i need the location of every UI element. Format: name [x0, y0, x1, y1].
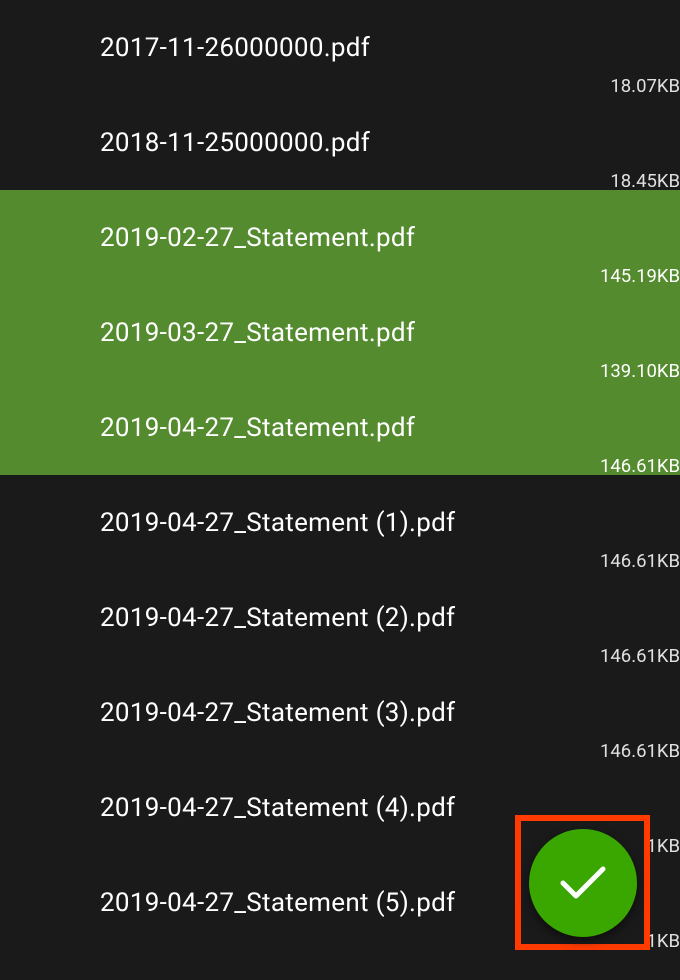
- file-item[interactable]: 2019-03-27_Statement.pdf 139.10KB: [0, 285, 680, 380]
- file-name: 2019-04-27_Statement.pdf: [0, 413, 415, 443]
- file-list: 2017-11-26000000.pdf18.07KB2018-11-25000…: [0, 0, 680, 950]
- fab-highlight-box: [515, 815, 650, 950]
- file-item[interactable]: 2019-02-27_Statement.pdf 145.19KB: [0, 190, 680, 285]
- file-name: 2019-04-27_Statement (4).pdf: [0, 793, 455, 823]
- file-name: 2019-04-27_Statement (2).pdf: [0, 603, 455, 633]
- file-item[interactable]: 2019-04-27_Statement (2).pdf 146.61KB: [0, 570, 680, 665]
- file-size: 146.61KB: [600, 550, 680, 572]
- file-size: 145.19KB: [600, 265, 680, 287]
- file-size: 146.61KB: [600, 740, 680, 762]
- file-size: 146.61KB: [600, 455, 680, 477]
- file-item[interactable]: 2018-11-25000000.pdf 18.45KB: [0, 95, 680, 190]
- file-item[interactable]: 2019-04-27_Statement (1).pdf 146.61KB: [0, 475, 680, 570]
- file-item[interactable]: 2019-04-27_Statement.pdf 146.61KB: [0, 380, 680, 475]
- file-name: 2019-04-27_Statement (3).pdf: [0, 698, 455, 728]
- checkmark-icon: [558, 863, 608, 903]
- file-size: 18.45KB: [610, 170, 680, 192]
- file-size: 139.10KB: [600, 360, 680, 382]
- file-name: 2017-11-26000000.pdf: [0, 33, 370, 63]
- file-name: 2019-03-27_Statement.pdf: [0, 318, 415, 348]
- confirm-button[interactable]: [529, 829, 637, 937]
- file-name: 2019-02-27_Statement.pdf: [0, 223, 415, 253]
- file-name: 2018-11-25000000.pdf: [0, 128, 370, 158]
- file-name: 2019-04-27_Statement (5).pdf: [0, 888, 455, 918]
- file-item[interactable]: 2019-04-27_Statement (3).pdf 146.61KB: [0, 665, 680, 760]
- file-size: 146.61KB: [600, 645, 680, 667]
- file-item[interactable]: 2017-11-26000000.pdf 18.07KB: [0, 0, 680, 95]
- file-size: 18.07KB: [610, 75, 680, 97]
- file-name: 2019-04-27_Statement (1).pdf: [0, 508, 455, 538]
